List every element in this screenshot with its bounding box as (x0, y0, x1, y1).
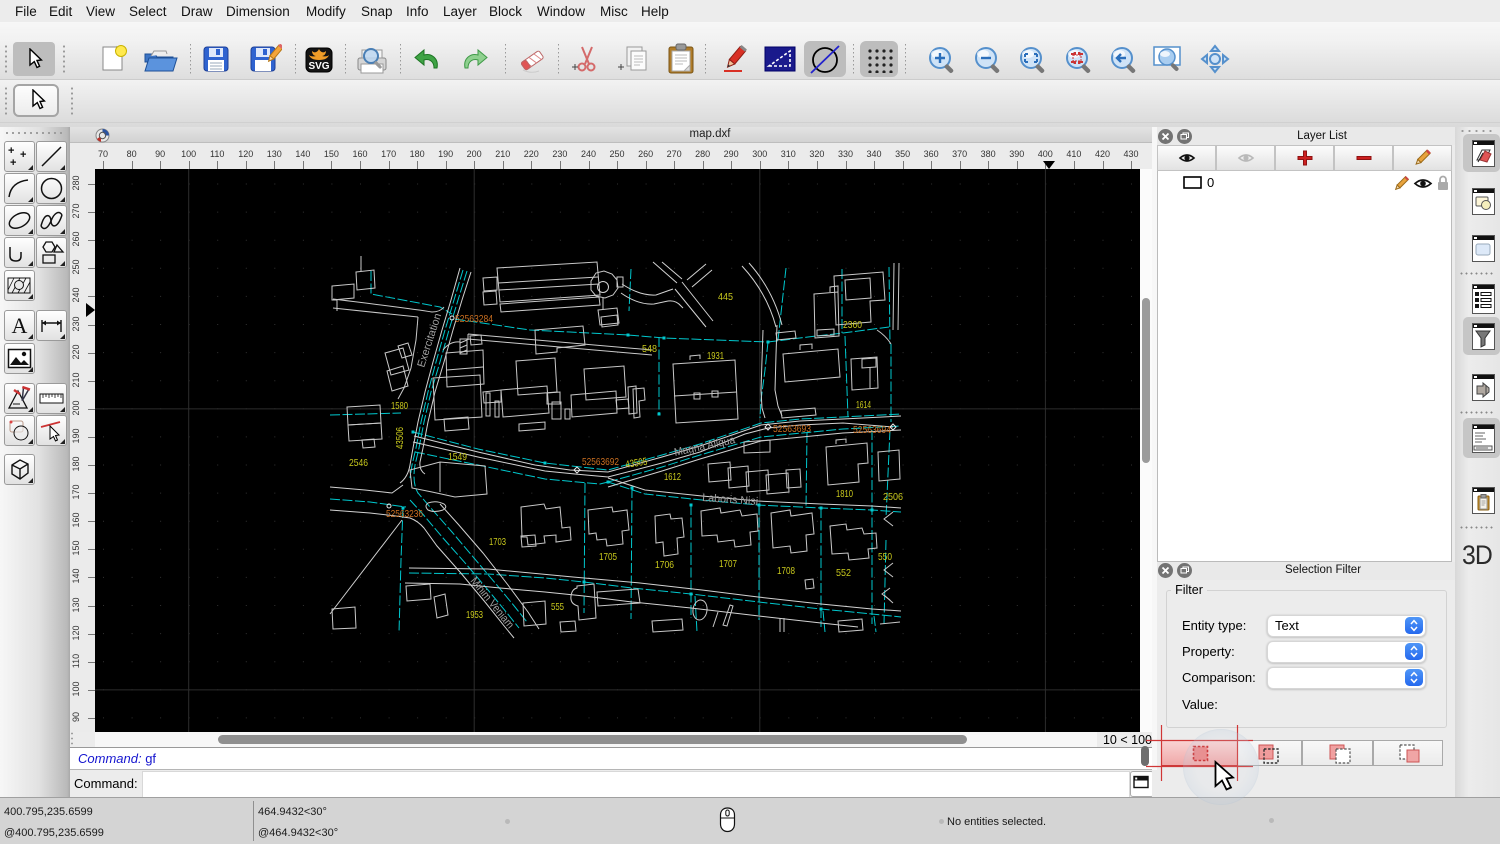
svg-text:1703: 1703 (489, 536, 506, 548)
svg-text:1707: 1707 (719, 558, 737, 570)
svg-text:Laboris Nisi: Laboris Nisi (702, 492, 759, 508)
svg-text:1612: 1612 (664, 471, 681, 483)
svg-text:52563694: 52563694 (853, 424, 891, 436)
svg-text:550: 550 (878, 551, 892, 563)
svg-text:1931: 1931 (707, 350, 724, 362)
svg-text:1580: 1580 (391, 400, 408, 412)
svg-text:1953: 1953 (466, 609, 483, 621)
svg-text:1708: 1708 (777, 565, 795, 577)
svg-text:52563692: 52563692 (582, 456, 619, 468)
svg-text:1549: 1549 (448, 451, 467, 463)
svg-text:445: 445 (718, 291, 733, 303)
svg-text:1706: 1706 (655, 559, 674, 571)
svg-text:1614: 1614 (856, 399, 871, 411)
svg-text:1810: 1810 (836, 488, 853, 500)
svg-text:2506: 2506 (883, 491, 903, 503)
svg-text:+: + (8, 145, 14, 157)
svg-text:52563236: 52563236 (386, 508, 423, 520)
svg-text:+: + (20, 149, 26, 161)
svg-text:1705: 1705 (599, 551, 617, 563)
svg-text:+: + (10, 157, 16, 169)
svg-text:52563693: 52563693 (773, 423, 811, 435)
svg-text:Magna Aliqua: Magna Aliqua (673, 434, 737, 459)
svg-text:Minim Veniam: Minim Veniam (468, 575, 516, 631)
svg-text:43506: 43506 (394, 427, 406, 449)
svg-text:2546: 2546 (349, 457, 368, 469)
svg-text:552: 552 (836, 567, 851, 579)
svg-text:52563284: 52563284 (455, 313, 493, 325)
svg-text:SVG: SVG (308, 61, 329, 72)
svg-text:2360: 2360 (843, 319, 862, 331)
svg-text:548: 548 (642, 343, 657, 355)
svg-text:Exercitation: Exercitation (415, 312, 444, 369)
svg-text:555: 555 (551, 601, 564, 613)
svg-text:43505: 43505 (625, 456, 649, 471)
svg-text:A: A (12, 313, 28, 338)
